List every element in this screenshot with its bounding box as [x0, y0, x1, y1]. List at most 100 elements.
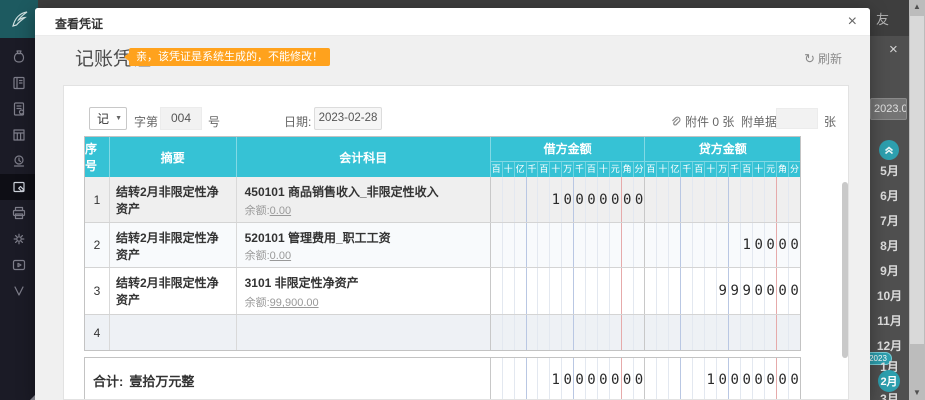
digit-cell: 0 — [562, 177, 574, 222]
row-subject: 450101 商品销售收入_非限定性收入余额:0.00 — [237, 177, 491, 222]
digit-cell — [610, 315, 622, 350]
modal-close-icon[interactable]: × — [848, 13, 857, 31]
debit-amount — [491, 268, 646, 314]
header-debit: 借方金额 百十亿千百十万千百十元角分 — [491, 137, 646, 177]
row-subject: 3101 非限定性净资产余额:99,900.00 — [237, 268, 491, 314]
digit-cell — [765, 177, 777, 222]
balance-value-link[interactable]: 99,900.00 — [270, 297, 319, 309]
digit-cell — [503, 177, 515, 222]
refresh-icon: ↻ — [804, 51, 815, 66]
header-summary: 摘要 — [110, 137, 237, 177]
sidebar-item-invoices[interactable] — [0, 122, 38, 148]
digit-cell — [550, 223, 562, 267]
digit-col-label: 十 — [598, 162, 610, 177]
digit-cell: 0 — [634, 177, 645, 222]
digit-cell: 0 — [622, 358, 634, 400]
voucher-type-select[interactable]: 记 ▼ — [89, 107, 127, 130]
month-7[interactable]: 7月 — [870, 212, 909, 229]
digit-cell — [729, 223, 741, 267]
panel-close-icon[interactable]: × — [889, 41, 898, 58]
sidebar-item-brand[interactable] — [0, 278, 38, 304]
digit-cell: 0 — [610, 177, 622, 222]
digit-cell — [657, 315, 669, 350]
sidebar-item-funds[interactable] — [0, 44, 38, 70]
digit-cell: 0 — [765, 268, 777, 314]
digit-col-label: 千 — [574, 162, 586, 177]
digit-cell — [562, 223, 574, 267]
balance-value-link[interactable]: 0.00 — [270, 250, 291, 262]
digit-cell — [550, 268, 562, 314]
digit-col-label: 亿 — [669, 162, 681, 177]
sidebar-item-accounts[interactable] — [0, 70, 38, 96]
digit-cell — [610, 223, 622, 267]
voucher-table: 序号 摘要 会计科目 借方金额 百十亿千百十万千百十元角分 贷方金额 百十亿千百… — [84, 136, 801, 351]
attachments-link[interactable]: 附件 0 张 — [670, 113, 734, 130]
credit-amount — [645, 177, 800, 222]
balance-label: 余额: — [245, 250, 270, 262]
digit-cell — [669, 268, 681, 314]
collapse-months-button[interactable] — [879, 140, 899, 160]
digit-cell — [717, 223, 729, 267]
digit-col-label: 分 — [789, 162, 800, 177]
digit-cell: 0 — [789, 268, 800, 314]
total-row: 合计: 壹拾万元整 1000000010000000 — [84, 357, 801, 400]
credit-digit-columns: 百十亿千百十万千百十元角分 — [645, 161, 800, 177]
page-scrollbar[interactable]: ▲ ▼ — [909, 0, 925, 400]
sidebar-item-vouchers[interactable] — [0, 174, 38, 200]
month-mar[interactable]: 3月 — [870, 390, 909, 400]
sidebar — [0, 0, 38, 400]
date-field[interactable]: 2023-02-28 — [314, 107, 382, 130]
digit-col-label: 十 — [753, 162, 765, 177]
sidebar-item-print[interactable] — [0, 200, 38, 226]
month-10[interactable]: 10月 — [870, 287, 909, 304]
month-11[interactable]: 11月 — [870, 312, 909, 329]
digit-cell — [693, 315, 705, 350]
period-date-field[interactable]: 2023.0 — [870, 98, 907, 120]
month-6[interactable]: 6月 — [870, 187, 909, 204]
digit-cell: 0 — [598, 358, 610, 400]
app-stage: 友 × 2023.0 5月6月7月8月9月10月11月12月 2023 1月 2… — [0, 0, 925, 400]
month-8[interactable]: 8月 — [870, 237, 909, 254]
app-logo[interactable] — [0, 0, 38, 38]
voucher-row-3: 3结转2月非限定性净资产3101 非限定性净资产余额:99,900.009990… — [85, 267, 800, 314]
digit-cell — [657, 268, 669, 314]
month-rail: 友 × 2023.0 5月6月7月8月9月10月11月12月 2023 1月 2… — [870, 0, 909, 400]
digit-col-label: 角 — [622, 162, 634, 177]
balance-value-link[interactable]: 0.00 — [270, 205, 291, 217]
modal-scrollbar-thumb[interactable] — [842, 182, 848, 358]
system-generated-warning-badge: 亲，该凭证是系统生成的，不能修改！ — [129, 48, 330, 66]
total-credit-amount: 10000000 — [645, 358, 800, 400]
month-feb-selected[interactable]: 2月 — [878, 370, 900, 392]
digit-col-label: 万 — [717, 162, 729, 177]
voucher-number-field[interactable]: 004 — [160, 107, 202, 130]
month-5[interactable]: 5月 — [870, 162, 909, 179]
balance-label: 余额: — [245, 297, 270, 309]
digit-cell — [503, 223, 515, 267]
tutorial-icon — [11, 257, 27, 273]
scrollbar-thumb[interactable] — [910, 16, 924, 344]
digit-cell — [669, 315, 681, 350]
sidebar-item-settings[interactable] — [0, 226, 38, 252]
digit-cell — [598, 315, 610, 350]
digit-cell — [550, 315, 562, 350]
digit-cell: 9 — [729, 268, 741, 314]
sidebar-item-tutorial[interactable] — [0, 252, 38, 278]
digit-cell: 0 — [741, 358, 753, 400]
digit-col-label: 千 — [729, 162, 741, 177]
scroll-down-arrow-icon[interactable]: ▼ — [909, 386, 925, 400]
digit-cell — [574, 223, 586, 267]
scroll-up-arrow-icon[interactable]: ▲ — [909, 0, 925, 14]
digit-col-label: 十 — [657, 162, 669, 177]
receipts-label: 附单据 — [741, 113, 777, 130]
row-summary: 结转2月非限定性净资产 — [110, 268, 237, 314]
month-9[interactable]: 9月 — [870, 262, 909, 279]
row-subject — [237, 315, 491, 350]
receipts-field[interactable] — [776, 108, 818, 129]
digit-cell — [789, 177, 800, 222]
digit-cell — [527, 223, 539, 267]
digit-cell: 1 — [705, 358, 717, 400]
sidebar-item-reports[interactable] — [0, 96, 38, 122]
sidebar-item-checkout[interactable] — [0, 148, 38, 174]
digit-col-label: 十 — [550, 162, 562, 177]
refresh-button[interactable]: ↻刷新 — [804, 50, 842, 67]
